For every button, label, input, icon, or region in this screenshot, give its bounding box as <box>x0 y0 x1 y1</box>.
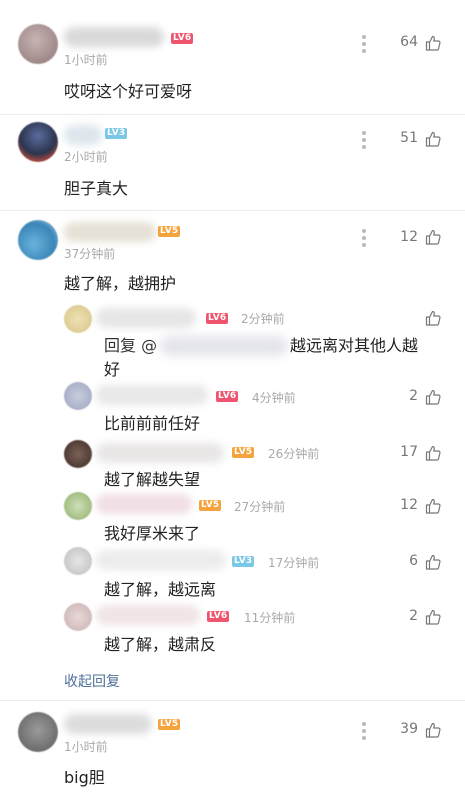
level-badge: LV3 <box>232 556 255 567</box>
level-badge: LV3 <box>105 128 128 139</box>
level-badge: LV5 <box>232 447 255 458</box>
avatar[interactable] <box>64 492 92 520</box>
reply-text: 越了解越失望 <box>104 470 201 489</box>
avatar[interactable] <box>64 305 92 333</box>
comment-text: 越了解，越拥护 <box>64 274 177 293</box>
thumb-up-icon[interactable] <box>425 310 441 326</box>
reply-text: 比前前前任好 <box>104 414 201 433</box>
username-blurred[interactable] <box>96 494 192 514</box>
comment-text: big胆 <box>64 768 105 787</box>
reply-text: 越了解，越远离 <box>104 580 217 599</box>
like-count: 39 <box>400 721 418 737</box>
avatar[interactable] <box>18 712 58 752</box>
thumb-up-icon[interactable] <box>425 722 441 738</box>
like-count: 2 <box>409 388 418 404</box>
level-badge: LV6 <box>207 611 230 622</box>
thumb-up-icon[interactable] <box>425 498 441 514</box>
avatar[interactable] <box>64 547 92 575</box>
username-blurred[interactable] <box>96 443 224 463</box>
more-vertical-icon[interactable] <box>362 722 366 743</box>
mention-blurred[interactable] <box>160 336 288 356</box>
level-badge: LV5 <box>199 500 222 511</box>
more-vertical-icon[interactable] <box>362 131 366 152</box>
thumb-up-icon[interactable] <box>425 35 441 51</box>
thumb-up-icon[interactable] <box>425 131 441 147</box>
reply-text: 越远离对其他人越 <box>290 336 419 355</box>
avatar[interactable] <box>18 122 58 162</box>
comment-text: 哎呀这个好可爱呀 <box>64 82 193 101</box>
reply-text: 我好厚米来了 <box>104 524 201 543</box>
username-blurred[interactable] <box>96 385 208 405</box>
level-badge: LV5 <box>158 719 181 730</box>
comment-time: 37分钟前 <box>64 247 116 261</box>
avatar[interactable] <box>64 382 92 410</box>
comment-time: 1小时前 <box>64 53 108 67</box>
level-badge: LV6 <box>171 33 194 44</box>
like-count: 6 <box>409 553 418 569</box>
like-count: 12 <box>400 497 418 513</box>
reply-time: 4分钟前 <box>252 391 296 405</box>
divider <box>0 700 465 701</box>
thumb-up-icon[interactable] <box>425 554 441 570</box>
comment-time: 1小时前 <box>64 740 108 754</box>
like-count: 12 <box>400 229 418 245</box>
level-badge: LV6 <box>216 391 239 402</box>
username-blurred[interactable] <box>64 222 156 242</box>
avatar[interactable] <box>64 440 92 468</box>
like-count: 51 <box>400 130 418 146</box>
username-blurred[interactable] <box>64 125 102 145</box>
username-blurred[interactable] <box>96 605 200 625</box>
more-vertical-icon[interactable] <box>362 229 366 250</box>
reply-text-continued: 好 <box>104 360 121 379</box>
reply-time: 27分钟前 <box>234 500 286 514</box>
avatar[interactable] <box>18 220 58 260</box>
reply-time: 2分钟前 <box>241 312 285 326</box>
divider <box>0 210 465 211</box>
collapse-replies-link[interactable]: 收起回复 <box>64 671 120 691</box>
comment-text: 胆子真大 <box>64 179 129 198</box>
reply-time: 11分钟前 <box>244 611 296 625</box>
like-count: 2 <box>409 608 418 624</box>
avatar[interactable] <box>64 603 92 631</box>
thumb-up-icon[interactable] <box>425 445 441 461</box>
thumb-up-icon[interactable] <box>425 389 441 405</box>
divider <box>0 114 465 115</box>
username-blurred[interactable] <box>96 550 226 570</box>
reply-time: 17分钟前 <box>268 556 320 570</box>
level-badge: LV5 <box>158 226 181 237</box>
avatar[interactable] <box>18 24 58 64</box>
thumb-up-icon[interactable] <box>425 229 441 245</box>
reply-text: 越了解，越肃反 <box>104 635 217 654</box>
username-blurred[interactable] <box>64 27 164 47</box>
username-blurred[interactable] <box>96 308 196 328</box>
like-count: 64 <box>400 34 418 50</box>
thumb-up-icon[interactable] <box>425 609 441 625</box>
username-blurred[interactable] <box>64 714 152 734</box>
comment-time: 2小时前 <box>64 150 108 164</box>
like-count: 17 <box>400 444 418 460</box>
more-vertical-icon[interactable] <box>362 35 366 56</box>
reply-time: 26分钟前 <box>268 447 320 461</box>
reply-prefix[interactable]: 回复 @ <box>104 335 157 357</box>
level-badge: LV6 <box>206 313 229 324</box>
